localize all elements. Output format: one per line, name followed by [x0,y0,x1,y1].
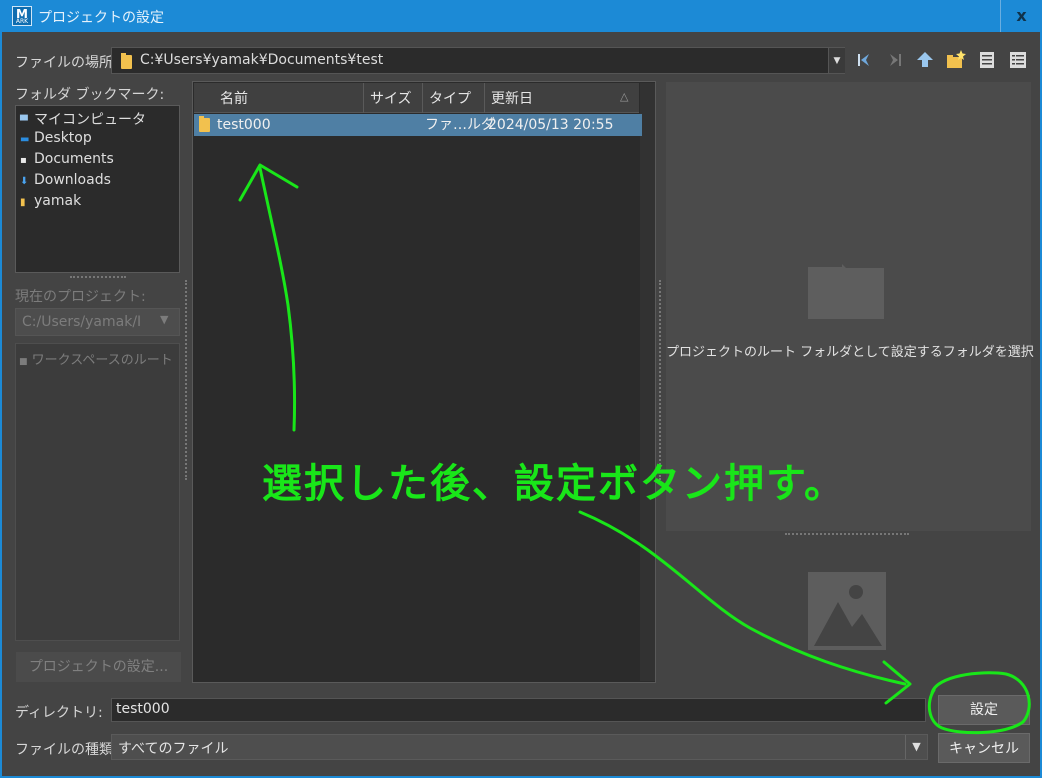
file-name: test000 [217,117,271,133]
back-icon[interactable] [853,49,875,71]
folder-icon [199,116,210,132]
bookmark-item-documents[interactable]: ▪ Documents [20,151,114,172]
set-button[interactable]: 設定 [938,695,1030,725]
chevron-down-icon: ▼ [160,313,169,326]
cancel-button[interactable]: キャンセル [938,733,1030,763]
chevron-down-icon[interactable]: ▼ [905,735,927,759]
location-combobox[interactable]: C:¥Users¥yamak¥Documents¥test ▼ [111,47,845,74]
user-folder-icon: ▮ [20,197,26,208]
workspace-list: ■ ワークスペースのルート [15,343,180,641]
file-type-value: すべてのファイル [118,741,229,757]
bookmark-item-yamak[interactable]: ▮ yamak [20,193,81,214]
splitter-handle[interactable] [70,276,126,279]
preview-message: プロジェクトのルート フォルダとして設定するフォルダを選択 [666,345,1034,360]
folder-icon [121,53,132,69]
image-placeholder-icon [808,572,886,650]
folder-icon [807,256,885,324]
location-path: C:¥Users¥yamak¥Documents¥test [140,52,384,68]
directory-value: test000 [116,701,170,717]
column-header-size[interactable]: サイズ [364,83,423,113]
forward-icon[interactable] [884,49,906,71]
bookmark-item-computer[interactable]: ▀ マイコンピュータ [20,109,146,130]
bookmark-item-desktop[interactable]: ▬ Desktop [20,130,92,151]
splitter-handle[interactable] [659,280,662,480]
file-list: 名前 サイズ タイプ 更新日 △ test000 ファ…ルダ 2024/05/1… [192,81,656,683]
folder-icon: ■ [19,357,28,367]
app-logo-icon: M ARK [12,6,32,26]
vertical-scrollbar[interactable] [640,83,655,681]
file-list-header: 名前 サイズ タイプ 更新日 △ [194,83,639,113]
current-project-label: 現在のプロジェクト: [15,289,146,305]
current-project-value: C:/Users/yamak/I [22,314,142,330]
annotation-text: 選択した後、設定ボタン押す。 [262,461,846,507]
splitter-handle[interactable] [785,533,909,536]
detail-view-icon[interactable] [1007,49,1029,71]
table-row[interactable]: test000 ファ…ルダ 2024/05/13 20:55 [194,114,642,136]
download-arrow-icon: ⬇ [20,176,29,187]
column-header-type[interactable]: タイプ [423,83,485,113]
workspace-root-item: ■ ワークスペースのルート [19,353,173,368]
chevron-down-icon[interactable]: ▼ [828,48,845,73]
directory-label: ディレクトリ: [15,705,103,721]
bookmark-list: ▀ マイコンピュータ ▬ Desktop ▪ Documents ⬇ Downloads… [15,105,180,273]
sort-ascending-icon: △ [620,90,629,103]
window-title: プロジェクトの設定 [38,10,164,26]
column-header-modified[interactable]: 更新日 [485,83,639,113]
file-type-label: ファイルの種類: [15,742,118,758]
file-type: ファ…ルダ [425,117,495,133]
directory-input[interactable]: test000 [111,698,926,722]
set-project-button: プロジェクトの設定... [16,652,181,682]
splitter-handle[interactable] [185,280,188,480]
location-label: ファイルの場所: [15,55,118,71]
new-folder-icon[interactable] [944,49,966,71]
file-modified: 2024/05/13 20:55 [488,117,614,133]
desktop-icon: ▬ [20,134,30,145]
list-view-icon[interactable] [976,49,998,71]
bookmarks-label: フォルダ ブックマーク: [15,87,165,103]
column-header-name[interactable]: 名前 [194,83,364,113]
current-project-combobox: C:/Users/yamak/I ▼ [15,308,180,336]
computer-icon: ▀ [20,116,28,127]
document-icon: ▪ [20,155,27,166]
bookmark-item-downloads[interactable]: ⬇ Downloads [20,172,111,193]
up-folder-icon[interactable] [914,49,936,71]
close-button[interactable]: x [1000,0,1042,32]
file-type-select[interactable]: すべてのファイル ▼ [111,734,928,760]
annotation-arrowhead-right [882,660,912,705]
